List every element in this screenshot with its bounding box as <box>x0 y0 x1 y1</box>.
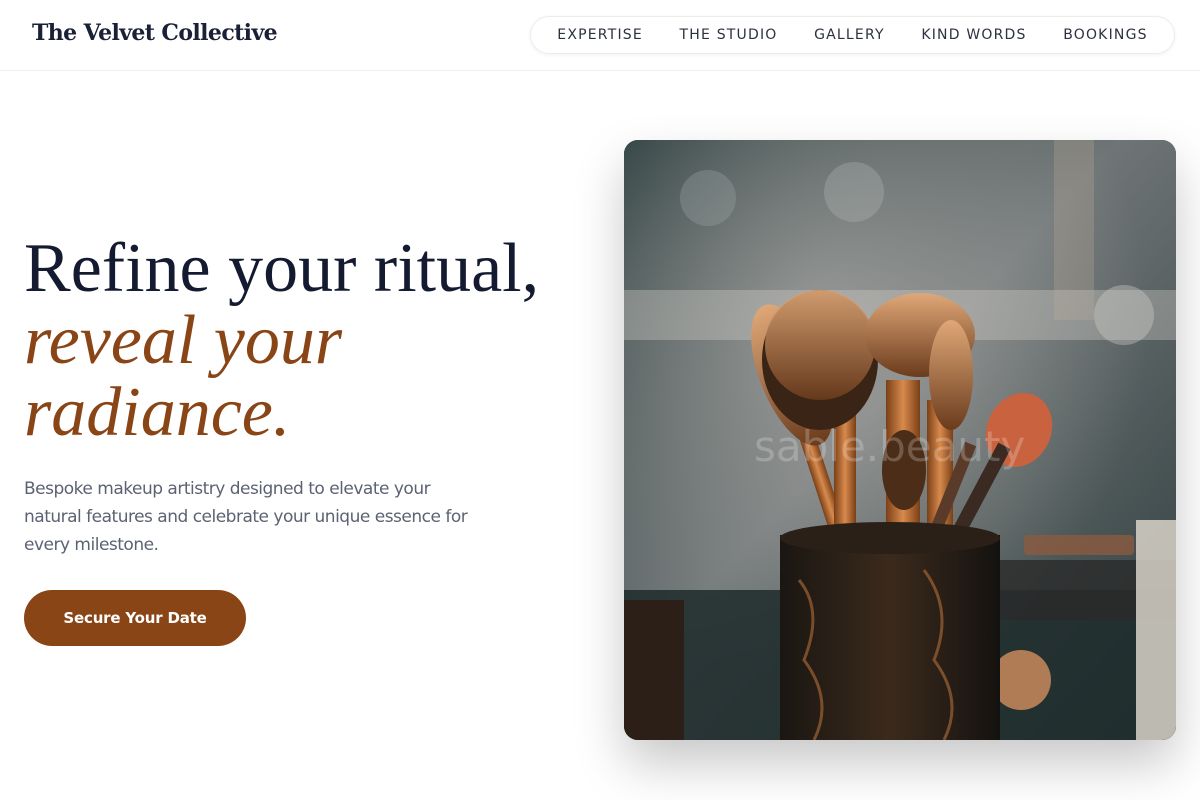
nav-item-bookings[interactable]: BOOKINGS <box>1063 27 1148 43</box>
hero-title-accent-line: reveal your <box>24 302 343 379</box>
nav-item-gallery[interactable]: GALLERY <box>814 27 885 43</box>
main-nav: EXPERTISE THE STUDIO GALLERY KIND WORDS … <box>530 16 1175 54</box>
image-watermark: sable.beauty <box>754 422 1026 471</box>
hero-image-makeup-brushes: sable.beauty <box>624 140 1176 740</box>
hero-title: Refine your ritual, reveal your radiance… <box>24 233 594 449</box>
nav-item-the-studio[interactable]: THE STUDIO <box>680 27 778 43</box>
brand-logo-text[interactable]: The Velvet Collective <box>32 20 278 46</box>
nav-item-expertise[interactable]: EXPERTISE <box>557 27 643 43</box>
hero-subtitle: Bespoke makeup artistry designed to elev… <box>24 479 468 555</box>
hero-title-line: Refine your ritual, <box>24 230 540 307</box>
site-header: The Velvet Collective EXPERTISE THE STUD… <box>0 0 1200 71</box>
secure-date-button[interactable]: Secure Your Date <box>24 590 246 646</box>
hero-title-accent-line: radiance. <box>24 374 291 451</box>
nav-item-kind-words[interactable]: KIND WORDS <box>921 27 1026 43</box>
